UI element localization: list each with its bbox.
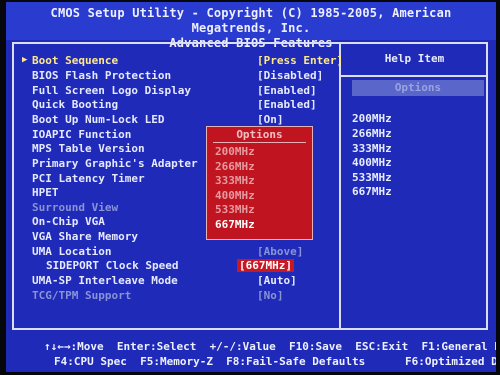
help-option: 266MHz	[352, 127, 392, 140]
setting-label: Boot Sequence	[32, 54, 119, 67]
setting-label: UMA Location	[32, 245, 112, 258]
help-option: 400MHz	[352, 156, 392, 169]
popup-separator	[213, 142, 306, 143]
setting-label: BIOS Flash Protection	[32, 69, 172, 82]
setting-label: VGA Share Memory	[32, 230, 138, 243]
panel-divider	[339, 42, 341, 330]
options-popup[interactable]: Options 200MHz 266MHz 333MHz 400MHz 533M…	[206, 126, 313, 240]
help-option: 333MHz	[352, 142, 392, 155]
setting-value[interactable]: [On]	[257, 113, 284, 126]
setting-value[interactable]: [Press Enter]	[257, 54, 343, 67]
help-options-label: Options	[352, 80, 484, 96]
setting-label: Primary Graphic's Adapter	[32, 157, 198, 170]
setting-label: PCI Latency Timer	[32, 172, 145, 185]
setting-value[interactable]: [Auto]	[257, 274, 297, 287]
setting-label: TCG/TPM Support	[32, 289, 132, 302]
popup-option[interactable]: 200MHz	[215, 145, 255, 158]
help-option: 667MHz	[352, 185, 392, 198]
popup-option[interactable]: 400MHz	[215, 189, 255, 202]
setting-value-selected[interactable]: [667MHz]	[237, 259, 294, 272]
setting-label: SIDEPORT Clock Speed	[46, 259, 179, 272]
popup-option-selected[interactable]: 667MHz	[215, 218, 255, 231]
help-option: 200MHz	[352, 112, 392, 125]
setting-value[interactable]: [Disabled]	[257, 69, 323, 82]
help-item-title: Help Item	[384, 52, 445, 65]
setting-value[interactable]: [Enabled]	[257, 98, 317, 111]
bios-screen: CMOS Setup Utility - Copyright (C) 1985-…	[6, 2, 496, 372]
setting-label: HPET	[32, 186, 59, 199]
title-bar: CMOS Setup Utility - Copyright (C) 1985-…	[6, 2, 496, 50]
setting-value[interactable]: [Enabled]	[257, 84, 317, 97]
setting-label: Full Screen Logo Display	[32, 84, 191, 97]
help-separator	[341, 75, 488, 77]
key-help-line-1: ↑↓←→:Move Enter:Select +/-/:Value F10:Sa…	[44, 340, 496, 353]
submenu-arrow-icon: ▶	[22, 55, 28, 65]
setting-label: IOAPIC Function	[32, 128, 132, 141]
popup-option[interactable]: 533MHz	[215, 203, 255, 216]
key-help-footer: ↑↓←→:Move Enter:Select +/-/:Value F10:Sa…	[6, 334, 496, 372]
setting-label: Surround View	[32, 201, 119, 214]
copyright-title: CMOS Setup Utility - Copyright (C) 1985-…	[50, 6, 452, 35]
setting-value: [No]	[257, 289, 284, 302]
popup-title: Options	[236, 128, 283, 141]
setting-value[interactable]: [Above]	[257, 245, 303, 258]
help-option: 533MHz	[352, 171, 392, 184]
setting-label: Quick Booting	[32, 98, 119, 111]
setting-label: MPS Table Version	[32, 142, 145, 155]
setting-label: Boot Up Num-Lock LED	[32, 113, 165, 126]
setting-label: UMA-SP Interleave Mode	[32, 274, 178, 287]
key-help-line-2: F4:CPU Spec F5:Memory-Z F8:Fail-Safe Def…	[54, 355, 496, 368]
popup-option[interactable]: 333MHz	[215, 174, 255, 187]
popup-option[interactable]: 266MHz	[215, 160, 255, 173]
setting-label: On-Chip VGA	[32, 215, 105, 228]
